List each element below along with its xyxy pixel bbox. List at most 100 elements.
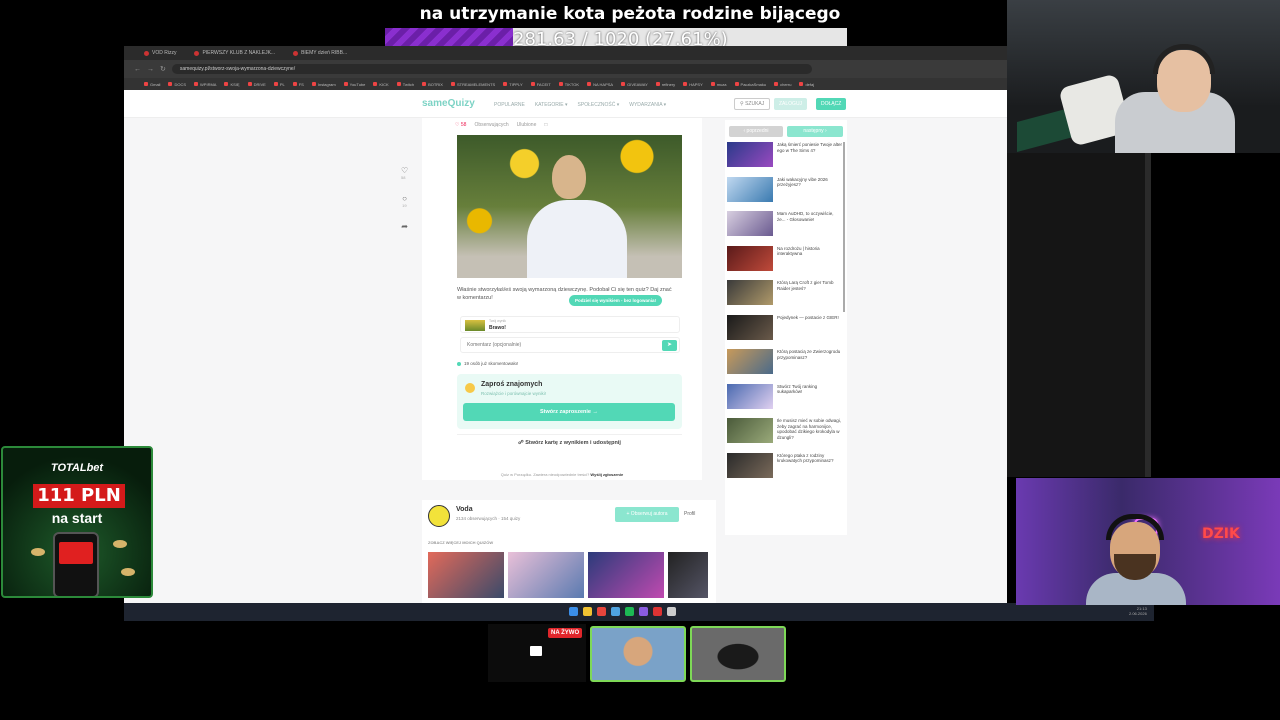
screen-share-icon xyxy=(530,646,542,656)
screen-share-tile[interactable]: NA ŻYWO xyxy=(488,624,586,682)
bookmark-item[interactable]: DOCS xyxy=(168,82,186,87)
related-quiz-item[interactable]: Jaki wakacyjny vibe 2026 przeżyjesz? xyxy=(727,176,843,212)
bookmark-label: HAPSY xyxy=(689,81,703,87)
bookmark-favicon-icon xyxy=(373,82,378,86)
likes-meta[interactable]: ♡ 58 xyxy=(455,122,466,128)
follow-author-button[interactable]: + Obserwuj autora xyxy=(615,507,679,522)
reload-icon[interactable]: ↻ xyxy=(160,65,166,73)
bookmark-favicon-icon xyxy=(799,82,804,86)
bookmark-item[interactable]: GIVEAWAY xyxy=(621,82,648,87)
bookmark-item[interactable]: Twitch xyxy=(396,81,415,87)
bookmark-item[interactable]: BOTRIX xyxy=(422,82,443,87)
like-action[interactable]: ♡ 58 xyxy=(401,166,408,180)
share-action[interactable]: ➦ xyxy=(401,222,408,231)
related-quiz-item[interactable]: Pojedynek — postacie z GIER! xyxy=(727,314,843,350)
bookmark-item[interactable]: FACEIT xyxy=(530,82,551,87)
share-icon: ➦ xyxy=(401,222,408,231)
author-avatar[interactable] xyxy=(428,505,450,527)
app-icon[interactable] xyxy=(611,607,620,616)
bookmark-favicon-icon xyxy=(774,82,779,86)
related-quiz-item[interactable]: Którego ptaka z rodziny krukowatych przy… xyxy=(727,452,843,488)
related-quiz-title: Którą Larą Croft z gier Tomb Raider jest… xyxy=(777,280,834,291)
site-logo[interactable]: sameQuizy xyxy=(422,98,475,109)
related-quiz-item[interactable]: Stwórz Twój ranking sukaparków! xyxy=(727,383,843,419)
related-quiz-item[interactable]: Mam AuDHD, to oczywiście, że... - Głosow… xyxy=(727,211,843,246)
bookmark-icon[interactable]: □ xyxy=(544,122,547,128)
clock-date: 2.06.2026 xyxy=(1129,611,1147,616)
nav-wydarzenia[interactable]: WYDARZANIA ▾ xyxy=(629,102,666,108)
nav-kategorie[interactable]: KATEGORIE ▾ xyxy=(535,102,568,108)
comment-input[interactable] xyxy=(460,337,680,353)
previous-quiz-button[interactable]: ‹ poprzedni xyxy=(729,126,783,137)
next-quiz-button[interactable]: następny › xyxy=(787,126,843,137)
browser-tab[interactable]: BIEMY dzień RIBB... xyxy=(287,47,353,59)
bookmark-item[interactable]: TIPPLY xyxy=(503,82,523,87)
author-profile-link[interactable]: Profil xyxy=(684,507,695,522)
quiz-thumbnail[interactable] xyxy=(508,552,584,598)
bookmark-item[interactable]: STREAMELEMENTS xyxy=(450,82,495,87)
bookmark-item[interactable]: NA HAPSA xyxy=(587,82,613,87)
bookmark-item[interactable]: Gmail xyxy=(144,82,160,87)
bookmark-item[interactable]: TIKTOK xyxy=(558,82,579,87)
watchers-meta[interactable]: Obserwujących xyxy=(474,122,508,128)
discord-icon[interactable] xyxy=(639,607,648,616)
spotify-icon[interactable] xyxy=(625,607,634,616)
browser-tab[interactable]: PIERWSZY KLUB Z NAKLEJK... xyxy=(188,47,281,59)
search-button[interactable]: ⚲ SZUKAJ xyxy=(734,98,771,110)
bookmark-item[interactable]: DRIVE xyxy=(247,82,266,87)
quiz-thumbnail[interactable] xyxy=(668,552,708,598)
bookmark-item[interactable]: defaj xyxy=(799,82,814,87)
taskbar-clock[interactable]: 21:13 2.06.2026 xyxy=(1129,606,1147,616)
related-quiz-item[interactable]: Którą postacią ze Zwierzogrodu przypomin… xyxy=(727,349,843,384)
folder-icon[interactable] xyxy=(583,607,592,616)
sidebar-scrollbar[interactable] xyxy=(843,142,845,312)
url-field[interactable]: samequizy.pl/stworz-swoja-wymarzona-dzie… xyxy=(171,64,812,74)
related-quiz-thumbnail xyxy=(727,211,773,236)
bookmark-item[interactable]: muza xyxy=(710,82,727,87)
create-share-card-button[interactable]: ☍ Stwórz kartę z wynikiem i udostępnij xyxy=(457,434,682,451)
bookmark-item[interactable]: YouTube xyxy=(343,82,365,87)
bookmark-item[interactable]: HAPSY xyxy=(683,82,703,87)
comment-action[interactable]: ○ 19 xyxy=(402,194,407,208)
nav-popularne[interactable]: POPULARNE xyxy=(494,102,525,108)
chrome-icon[interactable] xyxy=(597,607,606,616)
bookmark-label: refinery xyxy=(661,81,676,87)
browser-tab[interactable]: VOD Rizzy xyxy=(138,47,182,59)
related-quiz-item[interactable]: Ile musisz mieć w sobie odwagi, żeby zag… xyxy=(727,418,843,453)
bookmark-item[interactable]: KSIĘ xyxy=(224,82,240,87)
bookmark-item[interactable]: FS xyxy=(292,82,304,87)
bookmark-item[interactable]: Instagram xyxy=(311,82,336,87)
report-link[interactable]: Wyślij zgłoszenie xyxy=(590,472,623,477)
bookmark-label: Twitch xyxy=(402,81,415,87)
forward-icon[interactable]: → xyxy=(147,66,154,73)
related-quiz-item[interactable]: Którą Larą Croft z gier Tomb Raider jest… xyxy=(727,280,843,315)
create-invite-button[interactable]: Stwórz zaproszenie → xyxy=(463,403,675,421)
related-quiz-item[interactable]: Na rozdrożu | historia interaktywna xyxy=(727,245,843,281)
back-icon[interactable]: ← xyxy=(134,66,141,73)
result-image-head xyxy=(552,155,586,199)
app-icon[interactable] xyxy=(667,607,676,616)
send-comment-button[interactable]: ➤ xyxy=(662,340,677,351)
participant-tile[interactable] xyxy=(590,626,686,682)
share-result-pill[interactable]: Podziel się wynikiem - bez logowania! xyxy=(569,295,663,306)
author-name[interactable]: Voda xyxy=(456,506,473,513)
login-button[interactable]: ZALOGUJ xyxy=(774,98,808,110)
bookmark-item[interactable]: WPIRMA xyxy=(194,82,216,87)
quiz-thumbnail[interactable] xyxy=(428,552,504,598)
join-button[interactable]: DOŁĄCZ xyxy=(816,98,847,110)
windows-start-icon[interactable] xyxy=(569,607,578,616)
bookmark-item[interactable]: KICK xyxy=(373,82,389,87)
related-quiz-item[interactable]: Jaką śmierć poniesie Twoje alter ego w T… xyxy=(727,142,843,177)
bookmark-favicon-icon xyxy=(396,82,401,86)
participant-tile[interactable] xyxy=(690,626,786,682)
favorite-meta[interactable]: Ulubione xyxy=(517,122,537,128)
obs-icon[interactable] xyxy=(653,607,662,616)
bookmark-item[interactable]: PaczkaSmaku xyxy=(734,82,766,87)
nav-spolecznosc[interactable]: SPOŁECZNOŚĆ ▾ xyxy=(578,102,620,108)
quiz-thumbnail[interactable] xyxy=(588,552,664,598)
bookmark-item[interactable]: PL xyxy=(273,82,285,87)
site-header: sameQuizy POPULARNE KATEGORIE ▾ SPOŁECZN… xyxy=(124,90,1007,118)
bookmark-item[interactable]: cherru xyxy=(774,82,791,87)
likes-count: 58 xyxy=(460,122,467,128)
bookmark-item[interactable]: refinery xyxy=(655,81,676,87)
